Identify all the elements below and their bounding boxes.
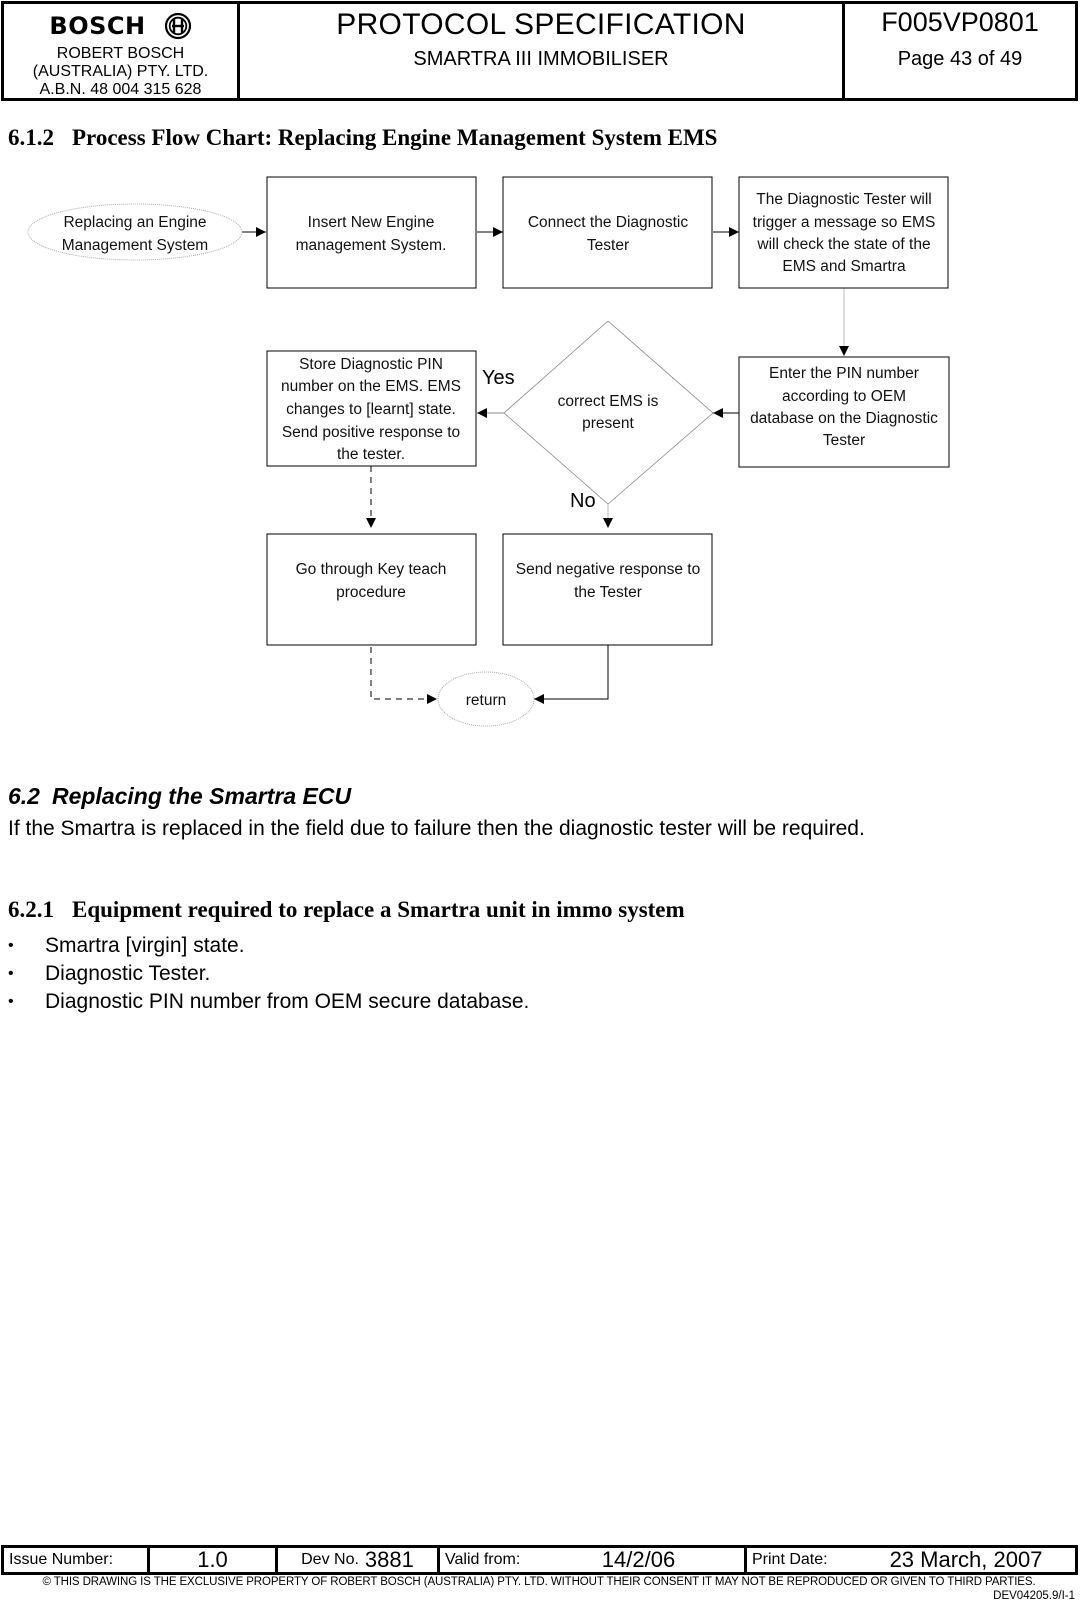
node-key-teach: Go through Key teach procedure xyxy=(266,533,477,646)
node-text: Tester xyxy=(587,237,629,254)
list-item-text: Smartra [virgin] state. xyxy=(45,934,245,957)
process-flow-chart: Replacing an Engine Management System In… xyxy=(27,176,950,727)
issue-number-value: 1.0 xyxy=(150,1547,278,1572)
issue-number-label: Issue Number: xyxy=(4,1548,150,1572)
section-title: Process Flow Chart: Replacing Engine Man… xyxy=(72,125,718,150)
document-subtitle: SMARTRA III IMMOBILISER xyxy=(413,48,669,70)
section-heading-6-2: 6.2 Replacing the Smartra ECU xyxy=(8,783,351,810)
node-text: will check the state of the xyxy=(756,236,930,253)
node-text: trigger a message so EMS xyxy=(753,214,936,231)
section-heading-6-2-1: 6.2.1 Equipment required to replace a Sma… xyxy=(8,897,685,923)
node-negative-response: Send negative response to the Tester xyxy=(502,533,713,646)
node-return: return xyxy=(437,671,535,727)
valid-from-label: Valid from: xyxy=(445,1551,521,1568)
section-body: If the Smartra is replaced in the field … xyxy=(8,817,865,840)
print-date-value: 23 March, 2007 xyxy=(889,1547,1043,1572)
company-block: BOSCH ROBERT BOSCH (AUSTRALIA) PTY. LTD.… xyxy=(4,4,240,98)
section-heading-6-1-2: 6.1.2 Process Flow Chart: Replacing Engin… xyxy=(8,125,717,151)
form-number: DEV04205.9/I-1 xyxy=(993,1590,1075,1602)
list-item-text: Diagnostic PIN number from OEM secure da… xyxy=(45,990,530,1013)
section-title: Replacing the Smartra ECU xyxy=(51,783,352,809)
copyright-notice: © THIS DRAWING IS THE EXCLUSIVE PROPERTY… xyxy=(42,1576,1036,1588)
dev-number-value: 3881 xyxy=(364,1547,414,1572)
node-text: Send positive response to xyxy=(282,424,460,441)
equipment-list: • Smartra [virgin] state. • Diagnostic Tes… xyxy=(8,932,529,1016)
node-text: return xyxy=(466,692,507,709)
company-name-line-2: (AUSTRALIA) PTY. LTD. xyxy=(32,63,209,80)
node-text: the tester. xyxy=(337,446,405,463)
node-decision-correct-ems: correct EMS is present xyxy=(503,320,714,505)
brand-wordmark: BOSCH xyxy=(49,12,146,40)
company-abn: A.B.N. 48 004 315 628 xyxy=(39,81,202,98)
node-text: present xyxy=(582,415,634,432)
company-name-line-1: ROBERT BOSCH xyxy=(56,45,185,62)
dev-number: Dev No. 3881 xyxy=(278,1547,440,1572)
no-label: No xyxy=(570,490,596,512)
node-text: Store Diagnostic PIN xyxy=(299,356,443,373)
node-text: Replacing an Engine xyxy=(63,214,206,231)
node-insert-ems: Insert New Engine management System. xyxy=(266,176,477,289)
node-tester-trigger: The Diagnostic Tester will trigger a mes… xyxy=(738,176,949,289)
section-title: Equipment required to replace a Smartra … xyxy=(72,897,685,922)
node-text: Management System xyxy=(62,237,208,254)
node-text: The Diagnostic Tester will xyxy=(756,191,931,208)
bullet-icon: • xyxy=(8,965,14,982)
node-text: Insert New Engine xyxy=(308,214,435,231)
node-text: Go through Key teach xyxy=(296,561,447,578)
node-text: according to OEM xyxy=(782,388,906,405)
node-text: Connect the Diagnostic xyxy=(528,214,689,231)
node-text: Send negative response to xyxy=(516,561,700,578)
list-item: • Diagnostic Tester. xyxy=(8,960,529,988)
bosch-armature-icon xyxy=(164,12,191,40)
list-item: • Diagnostic PIN number from OEM secure d… xyxy=(8,988,529,1016)
node-text: database on the Diagnostic xyxy=(750,410,938,427)
title-block: PROTOCOL SPECIFICATION SMARTRA III IMMOB… xyxy=(240,4,845,98)
section-number: 6.2.1 xyxy=(8,897,54,922)
node-text: correct EMS is xyxy=(558,393,659,410)
node-text: procedure xyxy=(336,584,406,601)
node-enter-pin: Enter the PIN number according to OEM da… xyxy=(738,356,950,468)
node-text: changes to [learnt] state. xyxy=(286,401,456,418)
dev-number-label: Dev No. xyxy=(301,1551,359,1568)
page-indicator: Page 43 of 49 xyxy=(897,48,1023,70)
section-number: 6.2 xyxy=(8,783,40,809)
node-store-pin: Store Diagnostic PIN number on the EMS. … xyxy=(266,350,477,467)
node-text: Enter the PIN number xyxy=(769,365,919,382)
valid-from-value: 14/2/06 xyxy=(533,1547,747,1572)
node-text: management System. xyxy=(296,237,447,254)
node-text: the Tester xyxy=(574,584,642,601)
node-text: Tester xyxy=(823,432,865,449)
list-item: • Smartra [virgin] state. xyxy=(8,932,529,960)
doc-id-block: F005VP0801 Page 43 of 49 xyxy=(845,4,1075,98)
document-number: F005VP0801 xyxy=(881,7,1039,37)
section-number: 6.1.2 xyxy=(8,125,54,150)
bullet-icon: • xyxy=(8,993,14,1010)
node-text: number on the EMS. EMS xyxy=(281,378,461,395)
bosch-logo: BOSCH xyxy=(4,10,237,42)
document-header: BOSCH ROBERT BOSCH (AUSTRALIA) PTY. LTD.… xyxy=(1,1,1078,101)
node-start: Replacing an Engine Management System xyxy=(27,203,243,261)
document-title: PROTOCOL SPECIFICATION xyxy=(336,8,746,41)
list-item-text: Diagnostic Tester. xyxy=(45,962,211,985)
node-connect-tester: Connect the Diagnostic Tester xyxy=(502,176,713,289)
node-text: EMS and Smartra xyxy=(782,258,906,275)
document-footer: Issue Number: 1.0 Dev No. 3881 Valid from… xyxy=(1,1545,1078,1575)
print-date-label: Print Date: xyxy=(752,1551,828,1568)
bullet-icon: • xyxy=(8,937,14,954)
yes-label: Yes xyxy=(482,367,515,389)
